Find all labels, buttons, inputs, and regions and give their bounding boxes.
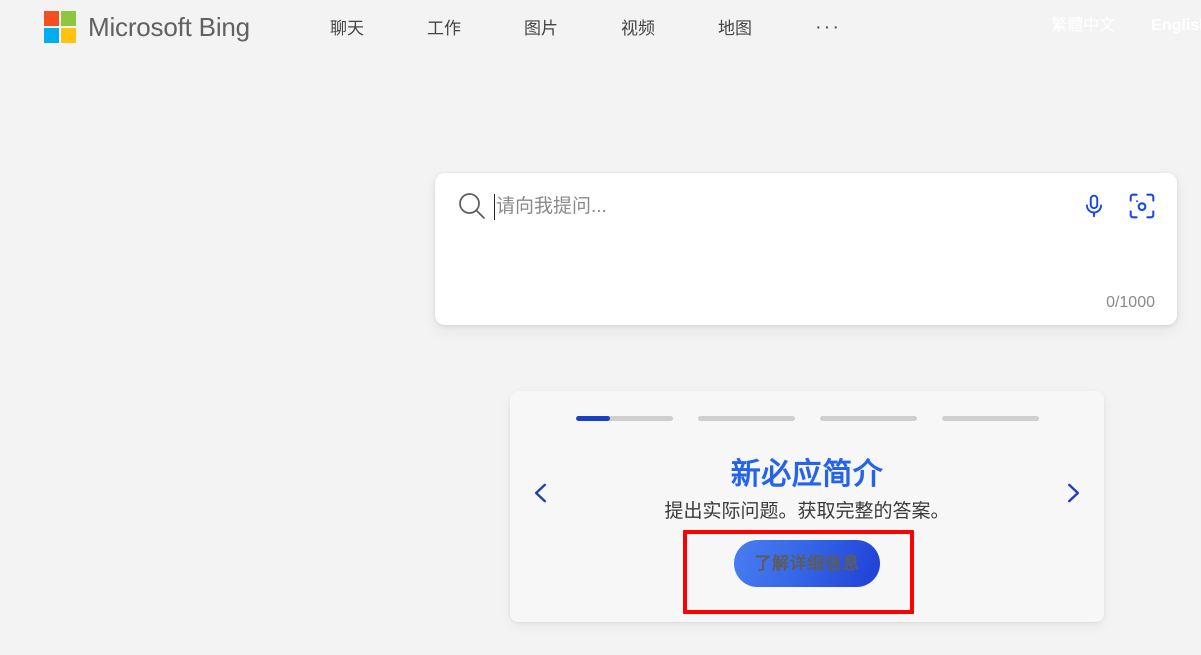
chevron-right-icon	[1060, 480, 1086, 511]
carousel-cta-wrap: 了解详细信息	[510, 540, 1104, 587]
nav-item-videos[interactable]: 视频	[617, 14, 659, 44]
visual-search-icon[interactable]	[1125, 189, 1159, 223]
logo-square-blue	[44, 28, 59, 43]
carousel-progress-3[interactable]	[819, 416, 917, 421]
carousel-title: 新必应简介	[730, 458, 884, 491]
microphone-icon[interactable]	[1077, 189, 1111, 223]
search-actions	[1077, 189, 1159, 223]
main-nav: 聊天 工作 图片 视频 地图 ···	[326, 14, 845, 44]
promo-carousel: 新必应简介 提出实际问题。获取完整的答案。 了解详细信息	[510, 391, 1104, 622]
carousel-progress-1[interactable]	[575, 416, 673, 421]
nav-item-chat[interactable]: 聊天	[326, 14, 368, 44]
carousel-progress-2[interactable]	[697, 416, 795, 421]
carousel-slide-content: 新必应简介 提出实际问题。获取完整的答案。 了解详细信息	[510, 455, 1104, 587]
nav-item-work[interactable]: 工作	[423, 14, 465, 44]
microsoft-logo-icon	[44, 11, 76, 43]
nav-item-maps[interactable]: 地图	[714, 14, 756, 44]
text-cursor	[494, 194, 495, 220]
bing-logo-link[interactable]: Microsoft Bing	[44, 11, 250, 43]
search-box[interactable]: 0/1000	[435, 173, 1177, 325]
character-counter: 0/1000	[1106, 294, 1155, 311]
more-options-icon[interactable]: ···	[811, 15, 845, 43]
search-row	[435, 173, 1177, 237]
learn-more-button[interactable]: 了解详细信息	[734, 540, 880, 587]
page-header: Microsoft Bing 聊天 工作 图片 视频 地图 ··· 繁體中文 E…	[0, 0, 1201, 56]
logo-square-green	[61, 11, 76, 26]
search-icon	[455, 189, 489, 223]
search-input[interactable]	[496, 194, 1096, 220]
logo-square-orange	[44, 11, 59, 26]
language-english[interactable]: English	[1151, 14, 1201, 38]
carousel-progress-4[interactable]	[941, 416, 1039, 421]
logo-square-yellow	[61, 28, 76, 43]
language-traditional-chinese[interactable]: 繁體中文	[1051, 14, 1115, 38]
carousel-progress-bars	[510, 416, 1104, 421]
carousel-subtitle: 提出实际问题。获取完整的答案。	[664, 501, 950, 522]
brand-name: Microsoft Bing	[88, 11, 250, 42]
nav-item-images[interactable]: 图片	[520, 14, 562, 44]
carousel-next-button[interactable]	[1057, 479, 1089, 511]
language-switcher: 繁體中文 English	[1051, 14, 1201, 38]
